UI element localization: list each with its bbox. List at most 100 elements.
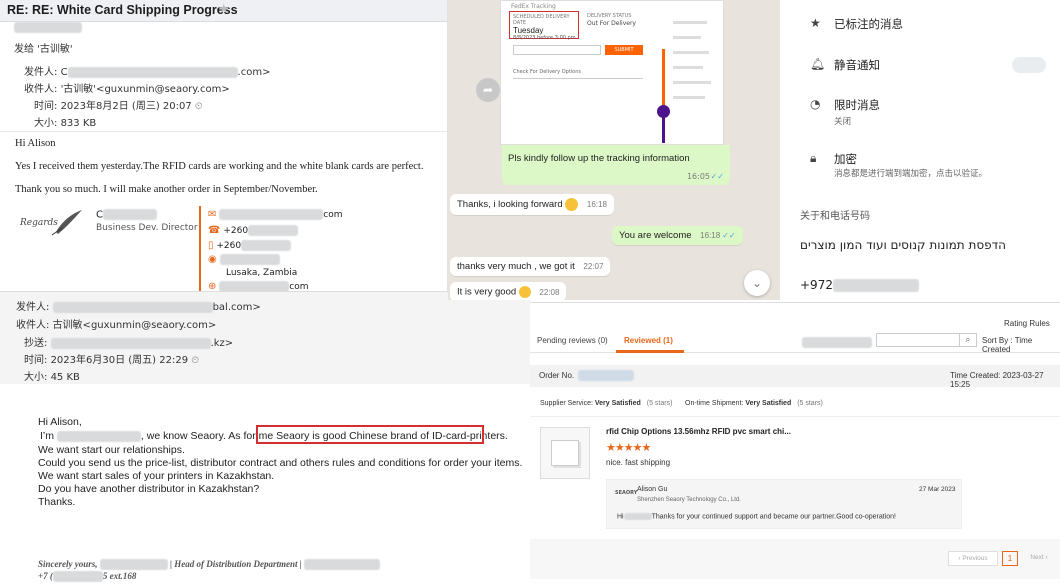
from-label: 发件人: [24,67,58,78]
current-location-dot [657,105,670,118]
tabs-bar: Pending reviews (0) Reviewed (1) ⌕ Sort … [530,329,1060,354]
tab-pending-reviews[interactable]: Pending reviews (0) [537,336,608,345]
sig-divider [199,206,201,295]
sig-title: Business Dev. Director [96,223,198,233]
smile-emoji-icon [518,286,531,298]
cc-label: 抄送: [24,338,48,349]
to-value[interactable]: '古训敏'<guxunmin@seaory.com> [61,84,230,95]
size-line: 大小: 45 KB [24,368,80,383]
timer-icon: ◔ [810,97,821,111]
email-line-4: We want start sales of your printers in … [38,470,275,482]
phone-number: +972 [800,278,919,292]
from-line: 发件人: C .com> [24,63,270,78]
email-subject-bar: RE: RE: White Card Shipping Progress ★ [0,0,447,22]
about-label: 关于和电话号码 [800,211,870,222]
from-suffix[interactable]: bal.com> [213,302,261,313]
cc-line: 抄送: .kz> [24,334,233,349]
forward-icon[interactable]: ➦ [476,78,500,102]
divider [530,416,1060,417]
search-icon[interactable]: ⌕ [959,333,977,347]
seaory-logo: SEAORY [615,490,638,496]
mute-notifications-item[interactable]: 🔔︎ 静音通知 [780,57,1060,77]
email-line-1: Yes I received them yesterday.The RFID c… [15,161,424,172]
email-input[interactable] [513,45,601,55]
product-thumbnail[interactable] [540,427,590,479]
to-value[interactable]: 古训敏<guxunmin@seaory.com> [53,320,217,331]
encryption-item[interactable]: 🔒︎ 加密 消息都是进行端到端加密，点击以验证。 [780,151,1060,185]
sig-city: Lusaka, Zambia [226,268,298,278]
about-text: הדפסת תמונות קנוסים ועוד המון מוצרים [800,238,1007,252]
clock-icon[interactable]: ⏲ [195,101,203,112]
progress-line [662,49,665,109]
time-line: 时间: 2023年8月2日 (周三) 20:07 ⏲ [34,97,203,112]
clock-icon[interactable]: ⏲ [191,355,199,366]
to-line: 收件人: 古训敏<guxunmin@seaory.com> [16,316,216,331]
email-subject: RE: RE: White Card Shipping Progress [7,3,238,17]
mute-toggle[interactable] [1012,57,1046,73]
tracking-steps [673,15,717,135]
ontime-shipment-rating: On-time Shipment: Very Satisfied (5 star… [685,400,823,407]
email-line-5: Do you have another distributor in Kazak… [38,483,260,495]
tracking-screenshot[interactable]: FedEx Tracking SCHEDULED DELIVERY DATE T… [500,0,724,145]
sig-email-line: ✉ com [208,209,343,220]
sort-dropdown[interactable]: Sort By : Time Created [982,336,1060,354]
message-out-1: Pls kindly follow up the tracking inform… [502,145,730,185]
next-page-button[interactable]: Next › [1021,551,1057,566]
from-label: 发件人: [16,302,50,313]
highlight-box [256,425,484,444]
chevron-down-icon[interactable]: ⌄ [716,2,724,13]
to-line: 收件人: '古训敏'<guxunmin@seaory.com> [24,80,230,95]
size-label: 大小: [24,372,48,383]
cc-suffix[interactable]: .kz> [211,338,234,349]
email-line-3: Could you send us the price-list, distri… [38,457,523,469]
submit-button[interactable]: SUBMIT [605,45,643,55]
time-label: 时间: [34,101,58,112]
phone-icon: ☎ [208,225,221,236]
order-no-label: Order No. [539,371,575,380]
review-text: nice. fast shipping [606,458,671,467]
read-ticks-icon: ✓✓ [710,172,724,181]
from-line: 发件人: bal.com> [16,298,261,313]
signature-line-2: +7 (5 ext.168 [38,571,137,583]
sig-phone-1: ☎ +260 [208,225,299,236]
reply-name: Alison Gu [637,486,668,493]
message-out-2: You are welcome 16:18 ✓✓ [612,226,743,245]
star-icon[interactable]: ★ [218,2,230,17]
tracking-tabs: FedEx Tracking [511,3,556,10]
time-label: 时间: [24,355,48,366]
supplier-service-rating: Supplier Service: Very Satisfied (5 star… [540,400,673,407]
from-suffix: .com> [237,67,271,78]
starred-messages-item[interactable]: ★ 已标注的消息 [780,16,1060,36]
to-label: 收件人: [16,320,50,331]
search-input[interactable] [876,333,960,347]
check-delivery-options[interactable]: Check For Delivery Options [513,69,643,79]
read-ticks-icon: ✓✓ [722,231,736,240]
bell-icon: 🔔︎ [810,57,826,71]
seller-reply: SEAORY Alison Gu 27 Mar 2023 Shenzhen Se… [606,479,962,529]
to-label: 收件人: [24,84,58,95]
review-stars: ★★★★★ [606,441,651,454]
rating-rules-link[interactable]: Rating Rules [1004,319,1050,328]
email-panel-distributor: 发件人: bal.com> 收件人: 古训敏<guxunmin@seaory.c… [0,291,530,586]
star-icon: ★ [623,441,634,454]
chat-info-panel: ★ 已标注的消息 🔔︎ 静音通知 ◔ 限时消息 关闭 🔒︎ 加密 消息都是进行端… [780,0,1060,302]
delivery-date-box: SCHEDULED DELIVERY DATE Tuesday 8/8/2023… [509,11,579,41]
email-line-2: Thank you so much. I will make another o… [15,184,318,195]
time-value: 2023年6月30日 (周五) 22:29 [50,355,189,366]
pagination-bar: ‹ Previous 1 Next › [530,539,1060,579]
size-value: 45 KB [50,372,80,383]
regards-signature-image: Regards [18,208,84,238]
disappearing-messages-item[interactable]: ◔ 限时消息 关闭 [780,97,1060,131]
tab-reviewed[interactable]: Reviewed (1) [624,336,673,345]
tab-active-indicator [616,350,684,353]
star-icon: ★ [810,16,821,30]
product-title[interactable]: rfid Chip Options 13.56mhz RFID pvc smar… [606,427,791,436]
scroll-down-button[interactable]: ⌄ [744,270,770,296]
size-label: 大小: [34,118,58,129]
reviews-panel: Rating Rules Pending reviews (0) Reviewe… [530,302,1060,586]
star-icon: ★ [614,441,625,454]
previous-page-button[interactable]: ‹ Previous [948,551,998,566]
reply-company: Shenzhen Seaory Technology Co., Ltd. [637,497,741,503]
from-value[interactable]: C [61,67,68,78]
page-1-button[interactable]: 1 [1002,551,1018,566]
